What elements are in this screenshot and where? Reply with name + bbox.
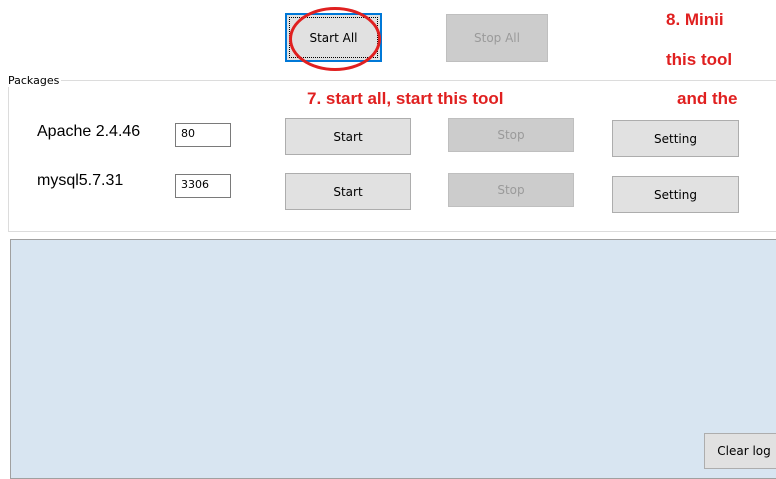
apache-setting-button[interactable]: Setting bbox=[612, 120, 739, 157]
mysql-stop-button[interactable]: Stop bbox=[448, 173, 574, 207]
stop-all-button[interactable]: Stop All bbox=[446, 14, 548, 62]
apache-setting-label: Setting bbox=[654, 131, 697, 146]
highlight-circle bbox=[289, 7, 381, 71]
mysql-port-input[interactable]: 3306 bbox=[175, 174, 231, 198]
mysql-package-name: mysql5.7.31 bbox=[37, 172, 124, 189]
apache-port-input[interactable]: 80 bbox=[175, 123, 231, 147]
apache-start-button[interactable]: Start bbox=[285, 118, 411, 155]
annotation-step8-line2: this tool bbox=[666, 50, 733, 69]
log-area[interactable] bbox=[10, 239, 776, 479]
mysql-setting-button[interactable]: Setting bbox=[612, 176, 739, 213]
clear-log-label: Clear log bbox=[717, 444, 771, 458]
stop-all-label: Stop All bbox=[474, 31, 520, 45]
mysql-start-button[interactable]: Start bbox=[285, 173, 411, 210]
apache-start-label: Start bbox=[333, 129, 363, 144]
mysql-setting-label: Setting bbox=[654, 187, 697, 202]
apache-package-name: Apache 2.4.46 bbox=[37, 123, 141, 140]
apache-stop-button[interactable]: Stop bbox=[448, 118, 574, 152]
annotation-step8-line1: 8. Minii bbox=[666, 10, 724, 29]
apache-stop-label: Stop bbox=[497, 128, 525, 142]
mysql-start-label: Start bbox=[333, 184, 363, 199]
mysql-stop-label: Stop bbox=[497, 183, 525, 197]
packages-group-title: Packages bbox=[6, 74, 62, 87]
